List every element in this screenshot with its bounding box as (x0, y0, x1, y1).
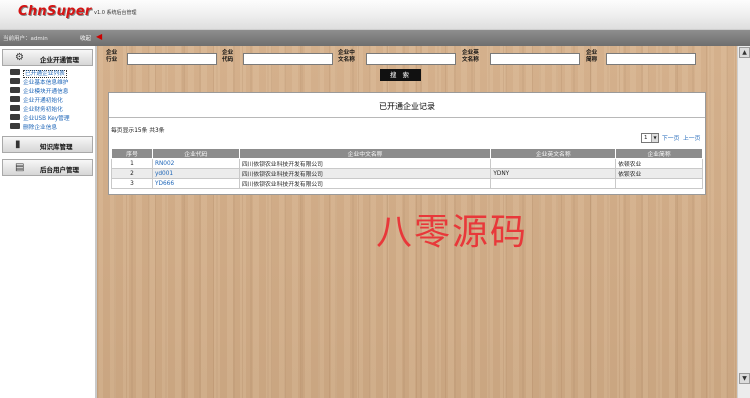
sidebar-item-usb-key[interactable]: 企业USB Key管理 (10, 113, 95, 122)
code-label: 企业 代码 (222, 50, 234, 63)
short-name-input[interactable] (606, 53, 696, 65)
en-name-cell (490, 178, 617, 189)
en-name-label: 企业英 文名称 (462, 50, 479, 63)
industry-input[interactable] (127, 53, 217, 65)
prev-page-link[interactable]: 上一页 (683, 133, 700, 142)
gear-icon: ⚙ (15, 52, 24, 63)
section-label: 企业开通管理 (40, 56, 79, 64)
folder-icon (10, 105, 20, 111)
col-header: 企业简称 (615, 148, 703, 159)
sidebar-item-init[interactable]: 企业开通初始化 (10, 95, 95, 104)
en-name-cell: YDNY (490, 168, 617, 179)
sidebar-item-delete[interactable]: 删除企业信息 (10, 122, 95, 131)
folder-icon (10, 87, 20, 93)
sidebar-section-knowledge[interactable]: ▮ 知识库管理 (2, 136, 93, 153)
enterprise-table: 序号 企业代码 企业中文名称 企业英文名称 企业简称 1 RN002 四川依钡农… (111, 148, 703, 189)
cn-name-cell: 四川依钡农业科技开发有限公司 (238, 178, 492, 189)
folder-icon (10, 78, 20, 84)
sidebar-item-enterprise-list[interactable]: 已开通企业列表 (10, 68, 95, 78)
collapse-arrow-icon[interactable]: ◀ (96, 32, 102, 41)
col-header: 企业代码 (151, 148, 240, 159)
table-row: 3 YD666 四川依钡农业科技开发有限公司 (111, 178, 703, 189)
scroll-up-button[interactable]: ▲ (739, 47, 750, 58)
divider (109, 117, 705, 118)
page-select[interactable]: 1 ▼ (641, 133, 659, 143)
short-name-label: 企业 简称 (586, 50, 598, 63)
user-bar: 当前用户：admin 收起 ◀ (0, 30, 750, 46)
row-index: 3 (111, 178, 153, 189)
col-header: 序号 (111, 148, 153, 159)
scroll-down-button[interactable]: ▼ (739, 373, 750, 384)
app-logo: ChnSuper (18, 4, 92, 19)
sidebar-item-finance-init[interactable]: 企业财务初始化 (10, 104, 95, 113)
short-name-cell (615, 178, 703, 189)
table-header-row: 序号 企业代码 企业中文名称 企业英文名称 企业简称 (111, 148, 703, 159)
industry-label: 企业 行业 (106, 50, 118, 63)
page-info: 每页显示15条 共3条 (111, 128, 165, 134)
sidebar-section-enterprise[interactable]: ⚙ 企业开通管理 (2, 49, 93, 66)
search-button[interactable]: 搜 索 (380, 69, 421, 81)
code-input[interactable] (243, 53, 333, 65)
cn-name-cell: 四川依钡农业科技开发有限公司 (238, 158, 492, 169)
section-label: 后台用户管理 (40, 166, 79, 174)
chevron-down-icon: ▼ (651, 134, 658, 142)
en-name-input[interactable] (490, 53, 580, 65)
col-header: 企业英文名称 (490, 148, 617, 159)
results-panel: 已开通企业记录 每页显示15条 共3条 1 ▼ 下一页 上一页 序号 企业代码 … (108, 92, 706, 195)
folder-icon (10, 114, 20, 120)
cn-name-cell: 四川依钡农业科技开发有限公司 (238, 168, 492, 179)
current-user-label: 当前用户：admin (3, 36, 48, 42)
sidebar-menu: 已开通企业列表 企业基本信息维护 企业模块开通信息 企业开通初始化 企业财务初始… (0, 66, 95, 133)
table-row: 1 RN002 四川依钡农业科技开发有限公司 依顿农业 (111, 158, 703, 169)
book-icon: ▮ (15, 139, 21, 150)
en-name-cell (490, 158, 617, 169)
short-name-cell: 依顿农业 (615, 158, 703, 169)
col-header: 企业中文名称 (238, 148, 492, 159)
section-label: 知识库管理 (40, 143, 73, 151)
enterprise-code-link[interactable]: YD666 (151, 178, 240, 189)
panel-title: 已开通企业记录 (379, 102, 435, 111)
collapse-sidebar-link[interactable]: 收起 (80, 34, 91, 42)
row-index: 1 (111, 158, 153, 169)
sidebar-section-users[interactable]: ▤ 后台用户管理 (2, 159, 93, 176)
folder-icon (10, 123, 20, 129)
enterprise-code-link[interactable]: yd001 (151, 168, 240, 179)
row-index: 2 (111, 168, 153, 179)
top-header: ChnSuper v1.0 系统后台管理 (0, 0, 750, 30)
sidebar-item-basic-info[interactable]: 企业基本信息维护 (10, 77, 95, 86)
folder-icon (10, 96, 20, 102)
user-card-icon: ▤ (15, 162, 25, 173)
short-name-cell: 依钡农业 (615, 168, 703, 179)
vertical-scrollbar[interactable]: ▲ ▼ (737, 46, 750, 398)
app-version: v1.0 系统后台管理 (94, 10, 137, 16)
cn-name-input[interactable] (366, 53, 456, 65)
cn-name-label: 企业中 文名称 (338, 50, 355, 63)
sidebar-item-module-info[interactable]: 企业模块开通信息 (10, 86, 95, 95)
enterprise-code-link[interactable]: RN002 (151, 158, 240, 169)
folder-icon (10, 69, 20, 75)
next-page-link[interactable]: 下一页 (662, 133, 679, 142)
watermark-text: 八零源码 (376, 212, 529, 253)
table-row: 2 yd001 四川依钡农业科技开发有限公司 YDNY 依钡农业 (111, 168, 703, 179)
sidebar: ⚙ 企业开通管理 已开通企业列表 企业基本信息维护 企业模块开通信息 企业开通初… (0, 46, 97, 398)
